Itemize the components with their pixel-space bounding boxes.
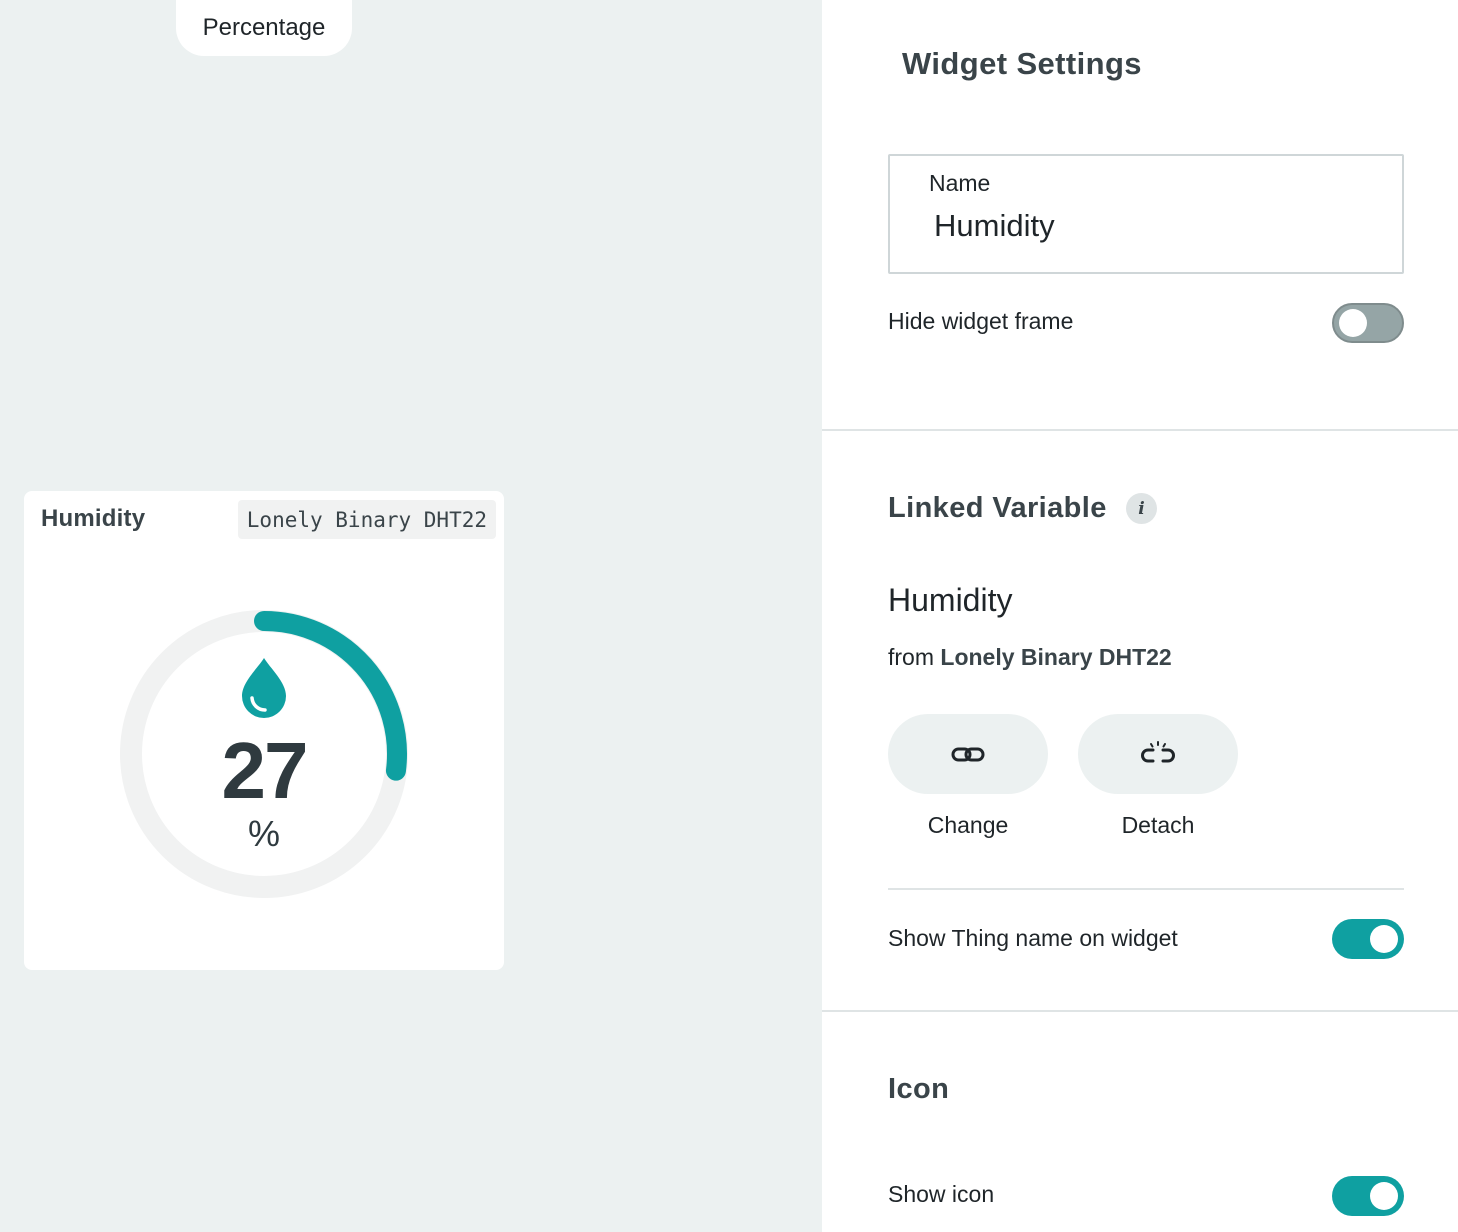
- linked-variable-name: Humidity: [888, 582, 1013, 618]
- from-thing-name: Lonely Binary DHT22: [940, 644, 1172, 670]
- gauge-value: 27: [221, 726, 309, 815]
- water-drop-icon: [242, 658, 286, 718]
- unlink-icon: [1141, 741, 1175, 763]
- toggle-knob: [1370, 925, 1398, 953]
- widget-thing-badge: Lonely Binary DHT22: [237, 500, 496, 539]
- change-button[interactable]: [888, 714, 1048, 794]
- panel-title: Widget Settings: [902, 46, 1142, 81]
- section-divider: [822, 1010, 1458, 1012]
- show-thing-label: Show Thing name on widget: [888, 925, 1178, 951]
- name-field-label: Name: [929, 170, 991, 196]
- link-icon: [951, 747, 985, 762]
- show-icon-label: Show icon: [888, 1181, 995, 1207]
- from-prefix: from: [888, 644, 934, 670]
- show-icon-toggle[interactable]: [1332, 1176, 1404, 1216]
- dashboard-canvas: Percentage Humidity Lonely Binary DHT22 …: [0, 0, 822, 1232]
- humidity-widget[interactable]: Humidity Lonely Binary DHT22 27 %: [24, 491, 504, 970]
- linked-variable-source: from Lonely Binary DHT22: [888, 644, 1172, 671]
- percentage-mode-pill[interactable]: Percentage: [176, 0, 352, 56]
- inner-divider: [888, 888, 1404, 890]
- hide-frame-toggle[interactable]: [1332, 303, 1404, 343]
- widget-title: Humidity: [41, 505, 146, 532]
- gauge-unit: %: [247, 813, 280, 854]
- toggle-knob: [1370, 1182, 1398, 1210]
- name-field[interactable]: Name: [888, 154, 1404, 274]
- detach-button[interactable]: [1078, 714, 1238, 794]
- icon-section-title: Icon: [888, 1073, 950, 1105]
- detach-label: Detach: [1121, 812, 1195, 838]
- change-label: Change: [927, 812, 1009, 838]
- show-thing-toggle[interactable]: [1332, 919, 1404, 959]
- info-icon[interactable]: i: [1126, 493, 1157, 524]
- widget-settings-panel: Widget Settings Name Hide widget frame L…: [822, 0, 1458, 1232]
- toggle-knob: [1339, 309, 1367, 337]
- hide-frame-label: Hide widget frame: [888, 308, 1074, 334]
- linked-variable-title: Linked Variable: [888, 492, 1107, 524]
- section-divider: [822, 429, 1458, 431]
- name-input[interactable]: [934, 208, 1374, 244]
